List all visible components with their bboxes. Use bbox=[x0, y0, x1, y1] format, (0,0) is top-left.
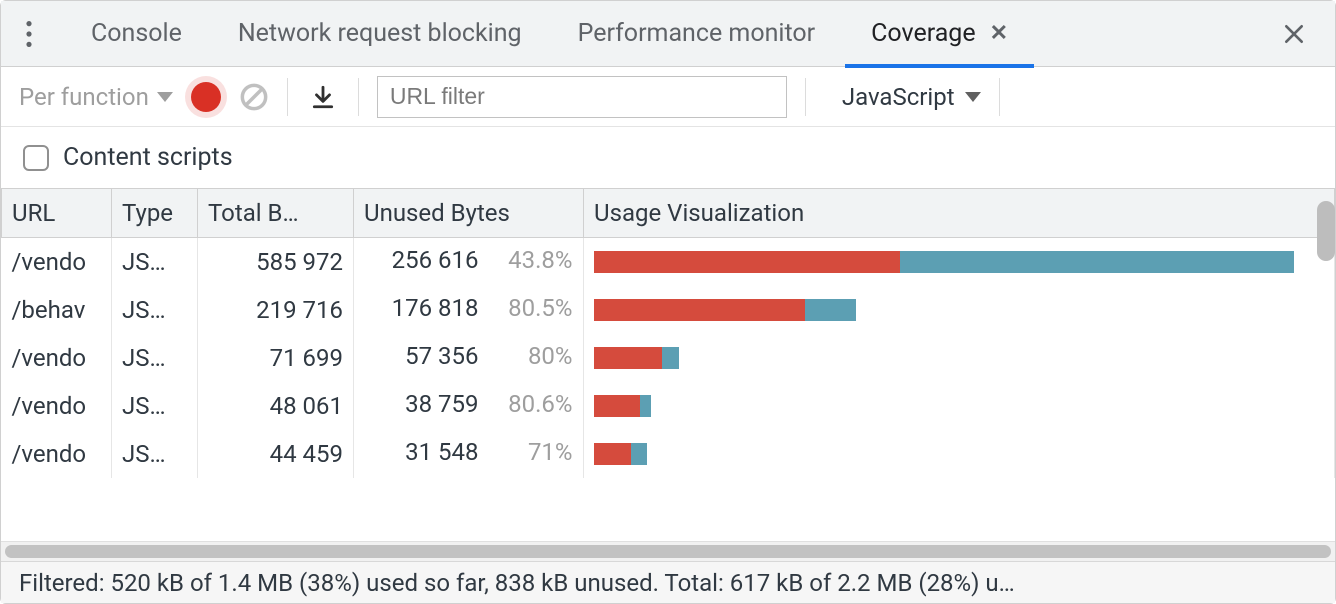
download-icon bbox=[310, 84, 336, 110]
usage-bar-used bbox=[631, 443, 646, 465]
cell-type: JS… bbox=[112, 334, 198, 382]
chevron-down-icon bbox=[965, 92, 981, 102]
table-row[interactable]: /vendoJS…44 45931 54871% bbox=[2, 430, 1335, 478]
cell-usage-visualization bbox=[584, 430, 1335, 478]
cell-url: /vendo bbox=[2, 334, 112, 382]
clear-button[interactable] bbox=[239, 82, 269, 112]
horizontal-scrollbar[interactable] bbox=[1, 541, 1335, 561]
tab-label: Coverage bbox=[871, 19, 975, 48]
tab-label: Network request blocking bbox=[238, 19, 522, 48]
col-header-url[interactable]: URL bbox=[2, 189, 112, 238]
coverage-toolbar: Per function JavaScript bbox=[1, 67, 1335, 127]
kebab-menu-button[interactable] bbox=[9, 14, 49, 54]
col-header-type[interactable]: Type bbox=[112, 189, 198, 238]
options-row: Content scripts bbox=[1, 127, 1335, 189]
cell-total-bytes: 71 699 bbox=[198, 334, 354, 382]
usage-bar-unused bbox=[594, 443, 632, 465]
usage-bar-used bbox=[640, 395, 651, 417]
close-tab-icon[interactable]: ✕ bbox=[990, 21, 1008, 46]
tab-coverage[interactable]: Coverage ✕ bbox=[845, 1, 1034, 67]
usage-bar bbox=[594, 299, 1295, 321]
usage-bar-used bbox=[662, 347, 679, 369]
toolbar-divider bbox=[805, 78, 806, 116]
toolbar-divider bbox=[287, 78, 288, 116]
cell-total-bytes: 48 061 bbox=[198, 382, 354, 430]
vertical-scrollbar[interactable] bbox=[1317, 201, 1335, 261]
close-icon bbox=[1283, 23, 1305, 45]
record-button[interactable] bbox=[191, 82, 221, 112]
usage-bar-used bbox=[900, 251, 1294, 273]
table-header-row: URL Type Total B… Unused Bytes Usage Vis… bbox=[2, 189, 1335, 238]
cell-url: /vendo bbox=[2, 430, 112, 478]
content-scripts-label[interactable]: Content scripts bbox=[63, 143, 233, 172]
cell-usage-visualization bbox=[584, 238, 1335, 287]
cell-usage-visualization bbox=[584, 334, 1335, 382]
cell-type: JS… bbox=[112, 430, 198, 478]
chevron-down-icon bbox=[157, 92, 173, 102]
cell-unused-bytes: 256 61643.8% bbox=[354, 238, 584, 286]
cell-type: JS… bbox=[112, 382, 198, 430]
table-row[interactable]: /behavJS…219 716176 81880.5% bbox=[2, 286, 1335, 334]
scrollbar-thumb[interactable] bbox=[5, 545, 1331, 558]
usage-bar bbox=[594, 347, 1295, 369]
content-scripts-checkbox[interactable] bbox=[23, 145, 49, 171]
cell-usage-visualization bbox=[584, 382, 1335, 430]
clear-icon bbox=[240, 83, 268, 111]
cell-url: /vendo bbox=[2, 382, 112, 430]
type-filter-select[interactable]: JavaScript bbox=[842, 83, 981, 111]
cell-total-bytes: 44 459 bbox=[198, 430, 354, 478]
usage-bar-used bbox=[805, 299, 856, 321]
drawer-tabstrip: Console Network request blocking Perform… bbox=[1, 1, 1335, 67]
tab-label: Console bbox=[91, 19, 182, 48]
usage-bar-unused bbox=[594, 251, 901, 273]
cell-total-bytes: 585 972 bbox=[198, 238, 354, 287]
type-filter-label: JavaScript bbox=[842, 83, 955, 111]
granularity-label: Per function bbox=[19, 83, 149, 111]
table-row[interactable]: /vendoJS…48 06138 75980.6% bbox=[2, 382, 1335, 430]
cell-type: JS… bbox=[112, 238, 198, 287]
granularity-select[interactable]: Per function bbox=[19, 83, 173, 111]
tab-console[interactable]: Console bbox=[65, 1, 208, 67]
tab-performance-monitor[interactable]: Performance monitor bbox=[552, 1, 842, 67]
table-row[interactable]: /vendoJS…71 69957 35680% bbox=[2, 334, 1335, 382]
export-button[interactable] bbox=[306, 80, 340, 114]
tab-label: Performance monitor bbox=[578, 19, 816, 48]
cell-url: /vendo bbox=[2, 238, 112, 287]
usage-bar-unused bbox=[594, 347, 663, 369]
usage-bar bbox=[594, 443, 1295, 465]
cell-total-bytes: 219 716 bbox=[198, 286, 354, 334]
kebab-icon bbox=[26, 21, 32, 47]
coverage-table: URL Type Total B… Unused Bytes Usage Vis… bbox=[1, 189, 1335, 541]
status-text: Filtered: 520 kB of 1.4 MB (38%) used so… bbox=[19, 569, 1015, 597]
cell-url: /behav bbox=[2, 286, 112, 334]
usage-bar bbox=[594, 395, 1295, 417]
tab-network-request-blocking[interactable]: Network request blocking bbox=[212, 1, 548, 67]
toolbar-divider bbox=[999, 78, 1000, 116]
usage-bar-unused bbox=[594, 395, 640, 417]
url-filter-input[interactable] bbox=[377, 76, 787, 118]
col-header-unused-bytes[interactable]: Unused Bytes bbox=[354, 189, 584, 238]
col-header-total-bytes[interactable]: Total B… bbox=[198, 189, 354, 238]
cell-unused-bytes: 57 35680% bbox=[354, 334, 584, 382]
cell-unused-bytes: 38 75980.6% bbox=[354, 382, 584, 430]
usage-bar bbox=[594, 251, 1295, 273]
close-drawer-button[interactable] bbox=[1269, 9, 1319, 59]
cell-type: JS… bbox=[112, 286, 198, 334]
table-row[interactable]: /vendoJS…585 972256 61643.8% bbox=[2, 238, 1335, 287]
col-header-usage-visualization[interactable]: Usage Visualization bbox=[584, 189, 1335, 238]
cell-usage-visualization bbox=[584, 286, 1335, 334]
toolbar-divider bbox=[358, 78, 359, 116]
usage-bar-unused bbox=[594, 299, 805, 321]
cell-unused-bytes: 176 81880.5% bbox=[354, 286, 584, 334]
status-bar: Filtered: 520 kB of 1.4 MB (38%) used so… bbox=[1, 561, 1335, 603]
cell-unused-bytes: 31 54871% bbox=[354, 430, 584, 478]
